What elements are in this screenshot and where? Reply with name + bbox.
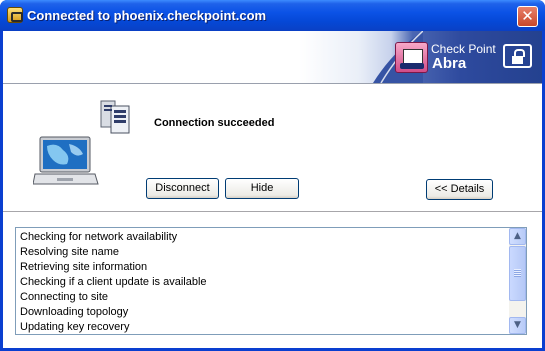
- server-icon: [100, 100, 130, 134]
- lock-icon: [503, 44, 532, 68]
- connection-status-text: Connection succeeded: [154, 117, 275, 129]
- app-icon: [7, 7, 23, 23]
- window-title: Connected to phoenix.checkpoint.com: [27, 8, 267, 23]
- scroll-down-button[interactable]: ▼: [509, 317, 526, 334]
- section-divider: [3, 211, 542, 213]
- brand-banner: Check Point Abra: [3, 31, 542, 83]
- vertical-scrollbar[interactable]: ▲ ▼: [509, 228, 526, 334]
- close-icon: ✕: [521, 7, 534, 25]
- brand-product: Abra: [432, 55, 467, 72]
- chevron-down-icon: ▼: [514, 320, 521, 330]
- list-item: Connecting to site: [20, 291, 109, 303]
- banner-divider: [3, 83, 542, 85]
- list-item: Updating key recovery: [20, 321, 130, 333]
- connection-window: Connected to phoenix.checkpoint.com ✕ Ch…: [0, 0, 545, 351]
- list-item: Downloading topology: [20, 306, 129, 318]
- abra-logo-icon: [395, 42, 428, 73]
- laptop-icon: [33, 136, 99, 185]
- details-toggle-button[interactable]: << Details: [426, 179, 493, 200]
- close-button[interactable]: ✕: [517, 6, 538, 27]
- window-client-area: Check Point Abra Connection succeeded Di…: [3, 31, 542, 348]
- scroll-up-button[interactable]: ▲: [509, 228, 526, 245]
- list-item: Resolving site name: [20, 246, 120, 258]
- list-item: Retrieving site information: [20, 261, 148, 273]
- chevron-up-icon: ▲: [514, 231, 521, 241]
- connection-log-list[interactable]: Checking for network availability Resolv…: [15, 227, 527, 335]
- log-items: Checking for network availability Resolv…: [20, 230, 508, 335]
- scroll-thumb[interactable]: [509, 246, 526, 301]
- title-bar[interactable]: Connected to phoenix.checkpoint.com ✕: [0, 0, 545, 31]
- hide-button[interactable]: Hide: [225, 178, 299, 199]
- list-item: Checking if a client update is available: [20, 276, 207, 288]
- brand-company: Check Point: [431, 42, 496, 56]
- disconnect-button[interactable]: Disconnect: [146, 178, 219, 199]
- list-item: Checking for network availability: [20, 231, 178, 243]
